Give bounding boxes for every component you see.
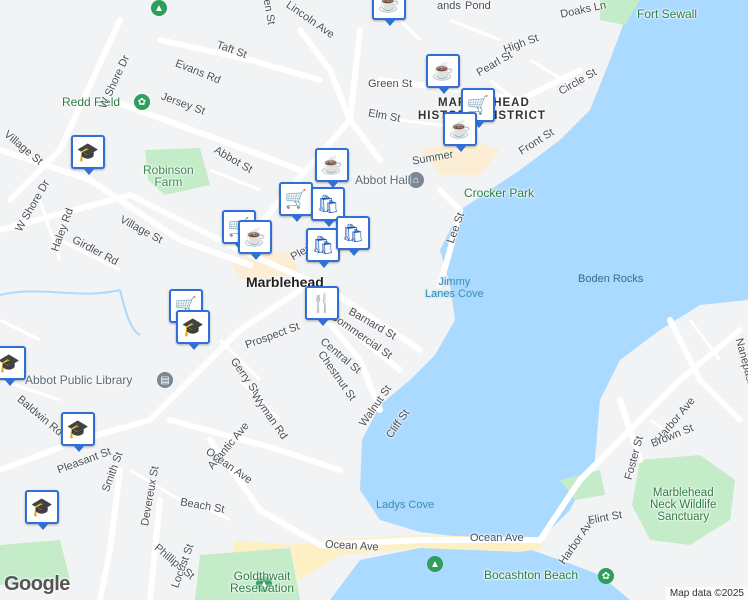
school-marker[interactable]: 🎓 bbox=[61, 412, 95, 452]
school-icon: 🎓 bbox=[181, 317, 205, 337]
crocker-park-label: Crocker Park bbox=[464, 186, 535, 200]
coffee-icon: ☕ bbox=[377, 0, 401, 13]
coffee-icon: ☕ bbox=[243, 227, 267, 247]
park-icon: ▲ bbox=[427, 556, 443, 572]
park-icon: ▲ bbox=[151, 0, 167, 16]
coffee-marker[interactable]: ☕ bbox=[443, 112, 477, 152]
shopping-icon: 🛍 bbox=[341, 223, 365, 243]
coffee-icon: ☕ bbox=[431, 61, 455, 81]
shopping-bag-marker[interactable]: 🛍 bbox=[306, 228, 340, 268]
park-icon: ✿ bbox=[134, 94, 150, 110]
map-attribution: Map data ©2025 bbox=[665, 587, 748, 600]
lower-water bbox=[330, 546, 630, 600]
shopping-icon: 🛍 bbox=[316, 194, 340, 214]
fort-sewall-label: Fort Sewall bbox=[637, 7, 698, 21]
abbot-hall-label: Abbot Hall bbox=[355, 173, 411, 187]
neck-sanctuary-label: Marblehead Neck Wildlife Sanctuary bbox=[650, 487, 717, 523]
ladys-cove-label: Ladys Cove bbox=[376, 499, 435, 511]
street-label: Ocean Ave bbox=[470, 532, 524, 544]
street-label: Pond bbox=[465, 0, 491, 12]
boden-rocks-label: Boden Rocks bbox=[578, 273, 644, 285]
school-marker[interactable]: 🎓 bbox=[25, 490, 59, 530]
school-icon: 🎓 bbox=[76, 142, 100, 162]
library-icon: ▤ bbox=[157, 372, 173, 388]
museum-icon: ⌂ bbox=[408, 172, 424, 188]
coffee-marker[interactable]: ☕ bbox=[315, 148, 349, 188]
jimmy-lanes-cove-label: Jimmy Lanes Cove bbox=[425, 276, 484, 300]
school-marker[interactable]: 🎓 bbox=[176, 310, 210, 350]
google-logo: Google bbox=[4, 573, 70, 595]
school-icon: 🎓 bbox=[66, 419, 90, 439]
school-icon: 🎓 bbox=[0, 353, 21, 373]
cart-icon: 🛒 bbox=[284, 189, 308, 209]
park-icon: ✿ bbox=[598, 568, 614, 584]
bocashton-beach-label: Bocashton Beach bbox=[484, 568, 579, 582]
goldthwait-label: Goldthwait Reservation bbox=[230, 569, 295, 595]
robinson-farm-label: Robinson Farm bbox=[143, 163, 194, 189]
shopping-bag-icon: 🛍 bbox=[311, 235, 335, 255]
coffee-icon: ☕ bbox=[448, 119, 472, 139]
street-label: Green St bbox=[368, 78, 413, 90]
school-marker[interactable]: 🎓 bbox=[71, 135, 105, 175]
restaurant-icon: 🍴 bbox=[310, 293, 334, 313]
abbot-library-label: Abbot Public Library bbox=[25, 373, 133, 387]
coffee-marker[interactable]: ☕ bbox=[238, 220, 272, 260]
cart-marker[interactable]: 🛒 bbox=[279, 182, 313, 222]
map-view[interactable]: ▲ ✿ ⌂ ▤ ▲ ✿ ▲ Fort Sewall Redd Field Rob… bbox=[0, 0, 748, 600]
school-marker[interactable]: 🎓 bbox=[0, 346, 26, 386]
coffee-icon: ☕ bbox=[320, 155, 344, 175]
shopping-marker[interactable]: 🛍 bbox=[336, 216, 370, 256]
restaurant-marker[interactable]: 🍴 bbox=[305, 286, 339, 326]
coffee-marker[interactable]: ☕ bbox=[372, 0, 406, 26]
street-label: ands bbox=[437, 0, 461, 12]
school-icon: 🎓 bbox=[30, 497, 54, 517]
coffee-marker[interactable]: ☕ bbox=[426, 54, 460, 94]
